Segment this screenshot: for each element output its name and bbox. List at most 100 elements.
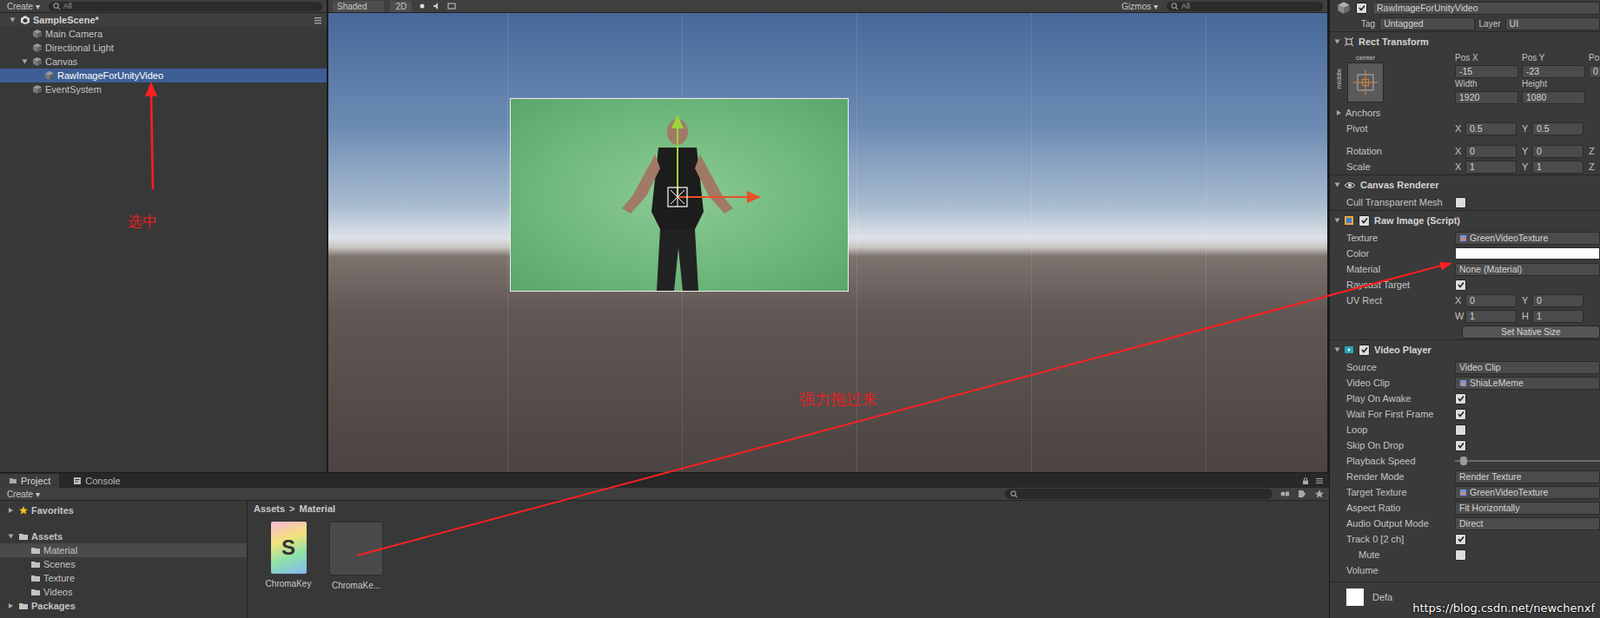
slider-knob[interactable] bbox=[1460, 456, 1468, 466]
asset-item[interactable]: SChromaKey bbox=[260, 522, 317, 591]
filter-label-icon[interactable] bbox=[1296, 489, 1308, 500]
object-field[interactable]: ShiaLeMeme bbox=[1454, 376, 1600, 391]
lock-icon[interactable] bbox=[1301, 476, 1310, 486]
shading-dropdown[interactable]: Shaded bbox=[332, 0, 384, 13]
slider[interactable] bbox=[1454, 456, 1600, 467]
checkbox[interactable] bbox=[1454, 197, 1467, 209]
hierarchy-item[interactable]: RawImageForUnityVideo bbox=[0, 68, 327, 83]
hierarchy-item[interactable]: Canvas bbox=[0, 54, 327, 69]
light-icon[interactable] bbox=[417, 1, 427, 11]
effects-icon[interactable] bbox=[447, 1, 457, 11]
expand-toggle[interactable] bbox=[1335, 218, 1341, 224]
scene-search[interactable]: All bbox=[1166, 1, 1323, 12]
scene-row[interactable]: SampleScene* bbox=[0, 13, 327, 27]
hierarchy-item[interactable]: EventSystem bbox=[0, 82, 327, 97]
expand-toggle[interactable] bbox=[8, 603, 14, 609]
panel-tab[interactable]: Project bbox=[0, 474, 60, 489]
expand-toggle[interactable] bbox=[8, 508, 14, 514]
number-field[interactable]: 0 bbox=[1532, 145, 1584, 159]
expand-toggle[interactable] bbox=[6, 17, 18, 23]
checkbox[interactable] bbox=[1454, 393, 1467, 405]
folder-tree-item[interactable]: Favorites bbox=[0, 503, 247, 518]
create-button[interactable]: Create ▾ bbox=[4, 489, 43, 501]
text-field[interactable]: None (Material) bbox=[1454, 263, 1600, 277]
position-field[interactable]: 0 bbox=[1588, 65, 1600, 79]
vector-row: PivotX0.5Y0.5 bbox=[1329, 120, 1600, 137]
folder-icon bbox=[30, 545, 41, 556]
project-search[interactable] bbox=[1004, 489, 1273, 500]
folder-tree-item[interactable]: Scenes bbox=[0, 557, 247, 572]
gizmos-dropdown[interactable]: Gizmos ▾ bbox=[1118, 0, 1161, 13]
move-gizmo-icon[interactable] bbox=[510, 99, 848, 291]
number-field[interactable]: 1 bbox=[1465, 160, 1517, 174]
checkbox[interactable] bbox=[1454, 549, 1467, 562]
number-field[interactable]: 0.5 bbox=[1465, 122, 1517, 136]
expand-toggle[interactable] bbox=[1335, 183, 1341, 188]
hierarchy-item[interactable]: Directional Light bbox=[0, 40, 327, 55]
number-field[interactable]: 1 bbox=[1532, 160, 1584, 174]
anchors-row[interactable]: Anchors bbox=[1329, 105, 1600, 121]
component-header[interactable]: Raw Image (Script) bbox=[1329, 210, 1600, 231]
folder-tree-item[interactable]: Material bbox=[0, 543, 247, 558]
number-field[interactable]: 1 bbox=[1465, 310, 1517, 324]
filter-type-icon[interactable] bbox=[1279, 489, 1290, 500]
checkbox[interactable] bbox=[1454, 409, 1467, 421]
dropdown-field[interactable]: Direct bbox=[1454, 517, 1600, 531]
size-field[interactable]: 1080 bbox=[1521, 91, 1586, 105]
number-field[interactable]: 0 bbox=[1465, 145, 1517, 159]
expand-toggle[interactable] bbox=[1335, 39, 1341, 45]
object-name-field[interactable]: RawImageForUnityVideo bbox=[1372, 1, 1600, 15]
menu-icon[interactable] bbox=[312, 14, 324, 26]
property-row: SourceVideo Clip bbox=[1329, 359, 1600, 376]
position-field[interactable]: -23 bbox=[1521, 65, 1586, 79]
dropdown-field[interactable]: Video Clip bbox=[1454, 361, 1600, 375]
panel-tab[interactable]: Console bbox=[64, 474, 129, 489]
size-field[interactable]: 1920 bbox=[1454, 91, 1519, 105]
breadcrumb-item[interactable]: Material bbox=[299, 503, 337, 515]
hierarchy-item[interactable]: Main Camera bbox=[0, 26, 327, 41]
checkbox[interactable] bbox=[1454, 279, 1467, 291]
dropdown-field[interactable]: Fit Horizontally bbox=[1454, 502, 1600, 516]
number-field[interactable]: 0 bbox=[1465, 294, 1517, 308]
hierarchy-search[interactable]: All bbox=[48, 1, 323, 12]
panel-menu-icon[interactable] bbox=[1315, 476, 1324, 486]
2d-toggle[interactable]: 2D bbox=[390, 0, 412, 13]
component-enable-checkbox[interactable] bbox=[1358, 215, 1370, 227]
expand-toggle[interactable] bbox=[7, 535, 14, 540]
checkbox[interactable] bbox=[1454, 440, 1467, 452]
position-field[interactable]: -15 bbox=[1454, 65, 1519, 79]
raw-image-video-frame[interactable] bbox=[509, 98, 849, 292]
object-field[interactable]: GreenVideoTexture bbox=[1454, 486, 1600, 500]
dropdown-field[interactable]: Render Texture bbox=[1454, 470, 1600, 484]
checkbox[interactable] bbox=[1454, 534, 1467, 546]
folder-tree-item[interactable]: Assets bbox=[0, 529, 247, 544]
component-enable-checkbox[interactable] bbox=[1358, 344, 1370, 357]
expand-toggle[interactable] bbox=[21, 59, 27, 65]
set-native-size-button[interactable]: Set Native Size bbox=[1461, 325, 1600, 339]
checkbox[interactable] bbox=[1454, 424, 1467, 437]
tag-layer-row: TagUntaggedLayerUI bbox=[1329, 15, 1600, 32]
component-header[interactable]: Canvas Renderer bbox=[1329, 174, 1600, 195]
property-row: Audio Output ModeDirect bbox=[1329, 515, 1600, 532]
expand-toggle[interactable] bbox=[1335, 348, 1341, 353]
color-field[interactable] bbox=[1454, 247, 1600, 260]
number-field[interactable]: 1 bbox=[1532, 310, 1584, 324]
active-checkbox[interactable] bbox=[1355, 2, 1368, 14]
audio-icon[interactable] bbox=[432, 1, 442, 11]
tag-dropdown[interactable]: Untagged bbox=[1379, 17, 1475, 31]
folder-tree-item[interactable]: Videos bbox=[0, 585, 247, 600]
component-header[interactable]: Rect Transform bbox=[1329, 31, 1600, 52]
folder-tree-item[interactable]: Packages bbox=[0, 599, 247, 614]
folder-tree-item[interactable]: Texture bbox=[0, 571, 247, 586]
create-button[interactable]: Create ▾ bbox=[4, 0, 43, 13]
asset-item[interactable]: ChromaKe... bbox=[328, 522, 384, 591]
layer-dropdown[interactable]: UI bbox=[1505, 17, 1600, 31]
component-header[interactable]: Video Player bbox=[1329, 339, 1600, 360]
object-field[interactable]: GreenVideoTexture bbox=[1454, 231, 1600, 245]
number-field[interactable]: 0.5 bbox=[1532, 122, 1584, 136]
number-field[interactable]: 0 bbox=[1532, 294, 1584, 308]
anchor-preset-icon[interactable] bbox=[1347, 62, 1384, 103]
breadcrumb-item[interactable]: Assets bbox=[253, 503, 285, 515]
favorite-star-icon[interactable] bbox=[1314, 489, 1325, 500]
rect-transform-icon bbox=[1343, 36, 1355, 47]
